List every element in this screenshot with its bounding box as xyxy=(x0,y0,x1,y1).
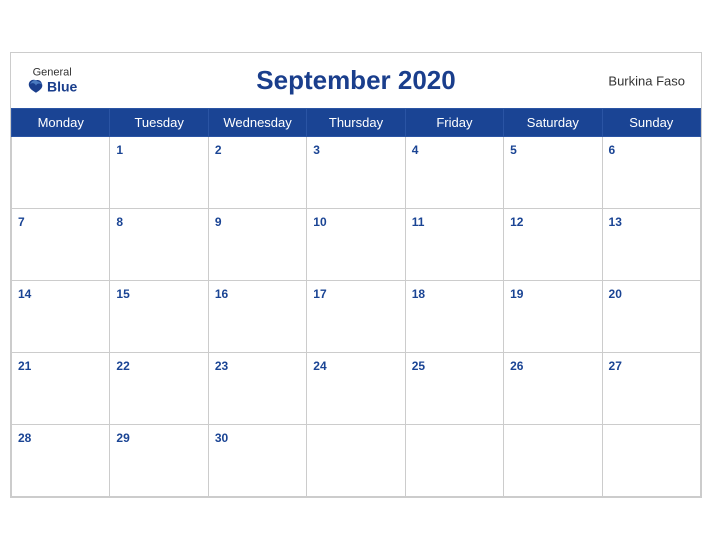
weekday-sunday: Sunday xyxy=(602,109,700,137)
day-cell-22: 22 xyxy=(110,353,208,425)
day-cell-7: 7 xyxy=(12,209,110,281)
day-cell-18: 18 xyxy=(405,281,503,353)
calendar-week-1: 1 2 3 4 5 6 xyxy=(12,137,701,209)
day-cell-10: 10 xyxy=(307,209,405,281)
day-number-30: 30 xyxy=(215,431,228,445)
day-cell-29: 29 xyxy=(110,425,208,497)
weekday-monday: Monday xyxy=(12,109,110,137)
day-cell-23: 23 xyxy=(208,353,306,425)
day-cell-26: 26 xyxy=(504,353,602,425)
day-number-17: 17 xyxy=(313,287,326,301)
day-cell-15: 15 xyxy=(110,281,208,353)
day-cell-20: 20 xyxy=(602,281,700,353)
logo: General Blue xyxy=(27,67,77,94)
day-cell-5: 5 xyxy=(504,137,602,209)
day-cell-30: 30 xyxy=(208,425,306,497)
day-number-5: 5 xyxy=(510,143,517,157)
day-number-2: 2 xyxy=(215,143,222,157)
day-number-7: 7 xyxy=(18,215,25,229)
day-cell-27: 27 xyxy=(602,353,700,425)
calendar-table: Monday Tuesday Wednesday Thursday Friday… xyxy=(11,108,701,497)
day-number-24: 24 xyxy=(313,359,326,373)
weekday-saturday: Saturday xyxy=(504,109,602,137)
calendar: General Blue September 2020 Burkina Faso… xyxy=(10,52,702,498)
logo-blue-text: Blue xyxy=(27,78,77,94)
calendar-week-4: 21 22 23 24 25 26 27 xyxy=(12,353,701,425)
day-cell-11: 11 xyxy=(405,209,503,281)
day-number-11: 11 xyxy=(412,215,425,229)
day-number-29: 29 xyxy=(116,431,129,445)
day-number-13: 13 xyxy=(609,215,622,229)
calendar-title: September 2020 xyxy=(256,65,455,96)
day-number-20: 20 xyxy=(609,287,622,301)
day-cell-17: 17 xyxy=(307,281,405,353)
calendar-week-2: 7 8 9 10 11 12 13 xyxy=(12,209,701,281)
day-cell-19: 19 xyxy=(504,281,602,353)
empty-cell-w1-d1 xyxy=(12,137,110,209)
day-number-8: 8 xyxy=(116,215,123,229)
day-cell-6: 6 xyxy=(602,137,700,209)
day-number-14: 14 xyxy=(18,287,31,301)
empty-cell-w5-d6 xyxy=(504,425,602,497)
day-number-26: 26 xyxy=(510,359,523,373)
day-number-9: 9 xyxy=(215,215,222,229)
day-cell-28: 28 xyxy=(12,425,110,497)
day-cell-16: 16 xyxy=(208,281,306,353)
day-number-23: 23 xyxy=(215,359,228,373)
day-number-19: 19 xyxy=(510,287,523,301)
day-cell-9: 9 xyxy=(208,209,306,281)
day-number-28: 28 xyxy=(18,431,31,445)
weekday-tuesday: Tuesday xyxy=(110,109,208,137)
calendar-week-5: 28 29 30 xyxy=(12,425,701,497)
weekday-thursday: Thursday xyxy=(307,109,405,137)
day-cell-2: 2 xyxy=(208,137,306,209)
empty-cell-w5-d5 xyxy=(405,425,503,497)
calendar-week-3: 14 15 16 17 18 19 20 xyxy=(12,281,701,353)
day-cell-25: 25 xyxy=(405,353,503,425)
day-cell-8: 8 xyxy=(110,209,208,281)
weekday-wednesday: Wednesday xyxy=(208,109,306,137)
day-number-1: 1 xyxy=(116,143,123,157)
day-cell-21: 21 xyxy=(12,353,110,425)
empty-cell-w5-d4 xyxy=(307,425,405,497)
logo-bird-icon xyxy=(27,78,45,94)
day-cell-24: 24 xyxy=(307,353,405,425)
day-cell-12: 12 xyxy=(504,209,602,281)
day-number-15: 15 xyxy=(116,287,129,301)
day-number-16: 16 xyxy=(215,287,228,301)
day-cell-1: 1 xyxy=(110,137,208,209)
day-number-18: 18 xyxy=(412,287,425,301)
day-number-6: 6 xyxy=(609,143,616,157)
day-cell-14: 14 xyxy=(12,281,110,353)
day-number-21: 21 xyxy=(18,359,31,373)
day-number-25: 25 xyxy=(412,359,425,373)
day-number-4: 4 xyxy=(412,143,419,157)
day-cell-4: 4 xyxy=(405,137,503,209)
weekday-header-row: Monday Tuesday Wednesday Thursday Friday… xyxy=(12,109,701,137)
country-label: Burkina Faso xyxy=(608,73,685,88)
day-number-22: 22 xyxy=(116,359,129,373)
day-number-10: 10 xyxy=(313,215,326,229)
day-cell-3: 3 xyxy=(307,137,405,209)
empty-cell-w5-d7 xyxy=(602,425,700,497)
calendar-header: General Blue September 2020 Burkina Faso xyxy=(11,53,701,108)
day-number-12: 12 xyxy=(510,215,523,229)
day-number-3: 3 xyxy=(313,143,320,157)
logo-general-text: General xyxy=(33,67,72,78)
day-cell-13: 13 xyxy=(602,209,700,281)
day-number-27: 27 xyxy=(609,359,622,373)
weekday-friday: Friday xyxy=(405,109,503,137)
